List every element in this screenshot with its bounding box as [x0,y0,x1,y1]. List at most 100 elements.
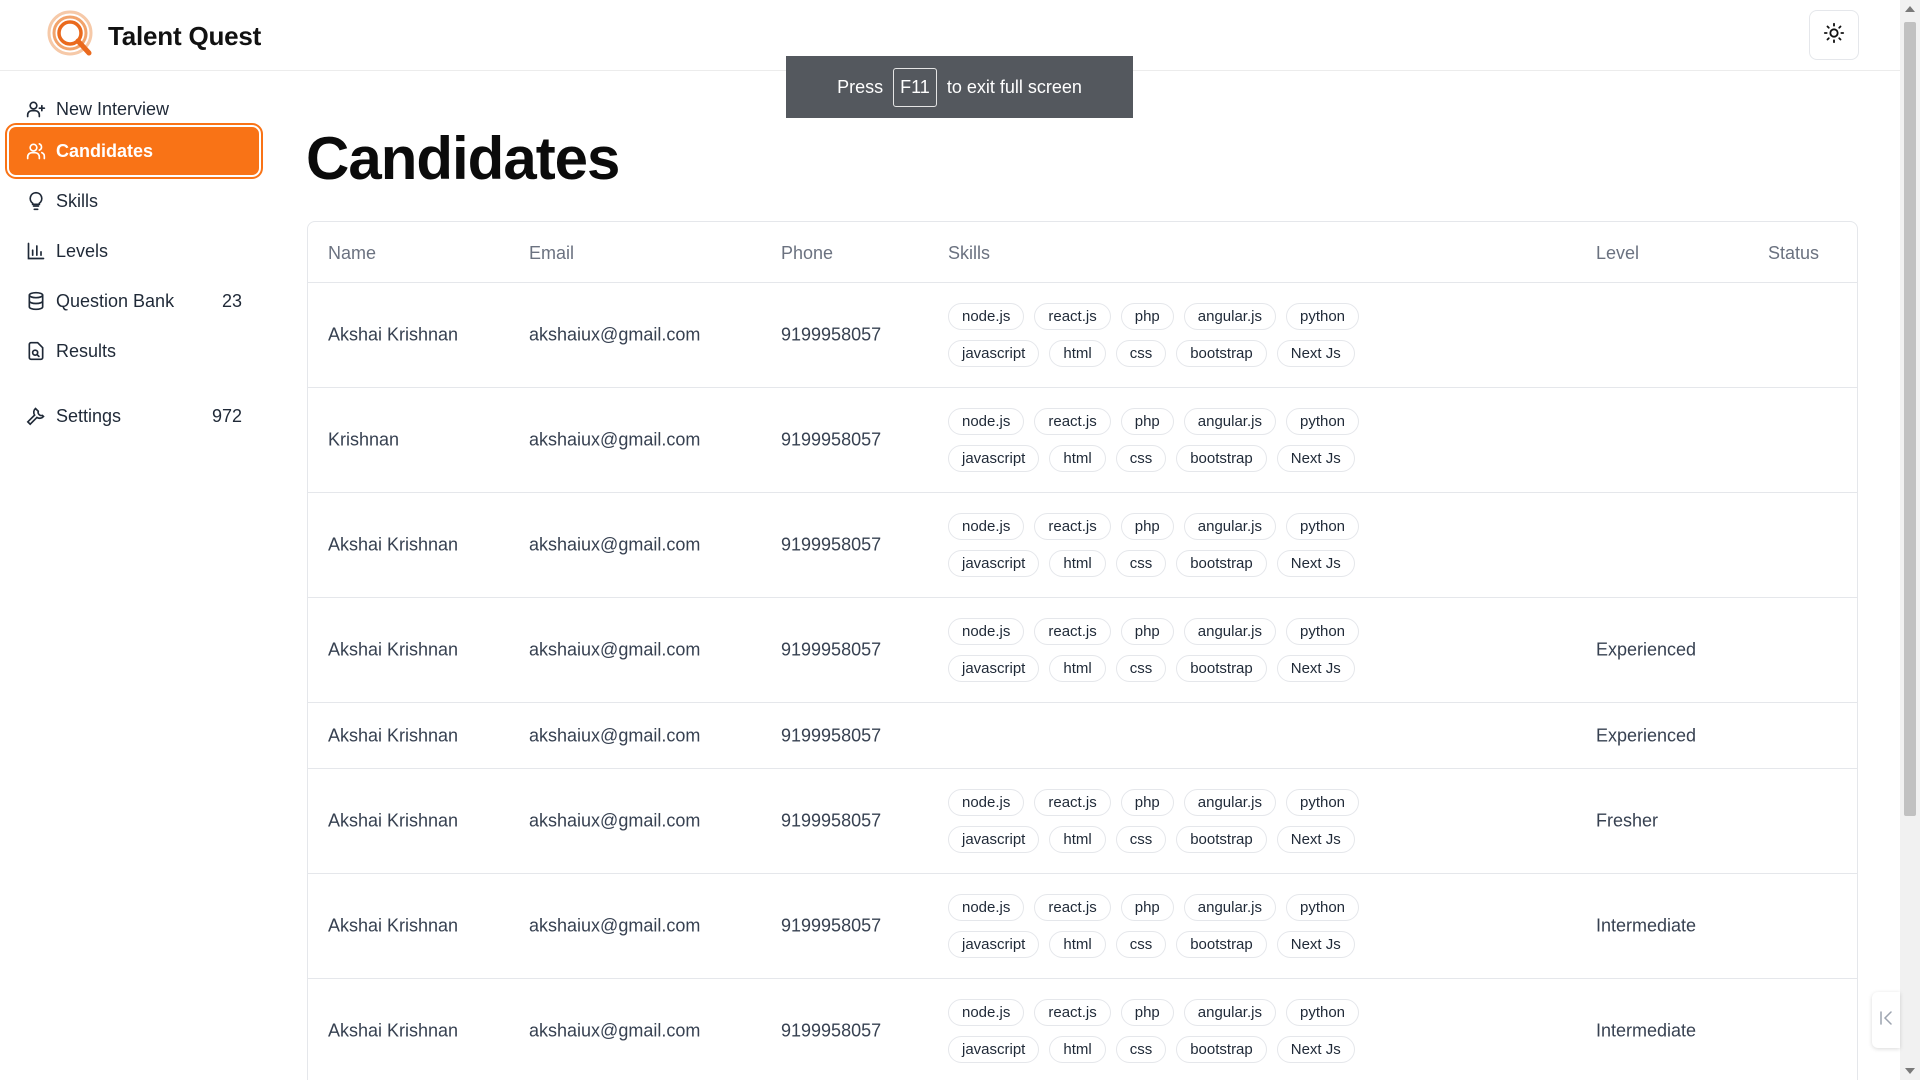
skill-chip: javascript [948,1036,1040,1063]
theme-toggle-button[interactable] [1809,10,1859,60]
scroll-up-arrow-icon[interactable] [1905,6,1915,12]
skill-chip: angular.js [1183,408,1276,435]
sidebar-item-levels[interactable]: Levels [9,227,259,275]
skill-chip: Next Js [1276,340,1355,367]
skill-chip: python [1285,303,1360,330]
scroll-down-arrow-icon[interactable] [1905,1068,1915,1074]
candidate-phone: 9199958057 [781,1020,882,1041]
skill-chip: Next Js [1276,445,1355,472]
lightbulb-icon [26,191,46,211]
candidate-phone: 9199958057 [781,429,882,450]
skills-chip-list: node.js react.js php angular.js python javasc… [948,408,1388,472]
skill-chip: react.js [1034,303,1111,330]
skill-chip: php [1120,789,1174,816]
skill-chip: bootstrap [1176,826,1267,853]
sidebar-item-candidates[interactable]: Candidates [9,127,259,175]
skill-chip: node.js [948,789,1025,816]
skill-chip: javascript [948,655,1040,682]
skill-chip: css [1115,1036,1167,1063]
sidebar-item-label: Skills [56,190,99,211]
candidate-level: Fresher [1596,810,1659,831]
skill-chip: php [1120,618,1174,645]
file-results-icon [26,341,46,361]
skill-chip: css [1115,655,1167,682]
skill-chip: bootstrap [1176,655,1267,682]
candidate-name: Akshai Krishnan [328,725,459,745]
skill-chip: react.js [1034,894,1111,921]
floating-side-widget[interactable] [1872,992,1900,1048]
skill-chip: angular.js [1183,999,1276,1026]
candidate-name: Akshai Krishnan [328,534,459,555]
candidate-level: Experienced [1596,725,1697,745]
table-row[interactable]: Akshai Krishnan akshaiux@gmail.com 9199958… [308,598,1857,703]
column-header-status[interactable]: Status [1768,243,1819,264]
column-header-name[interactable]: Name [328,243,376,264]
talent-quest-logo-icon [46,9,96,61]
candidate-level: Experienced [1596,639,1697,660]
skill-chip: php [1120,408,1174,435]
candidate-name: Akshai Krishnan [328,810,459,831]
skill-chip: python [1285,513,1360,540]
skill-chip: python [1285,894,1360,921]
sidebar-item-label: Settings [56,405,122,426]
database-icon [26,291,46,311]
page-title: Candidates [306,125,620,192]
skill-chip: html [1049,445,1106,472]
skill-chip: angular.js [1183,303,1276,330]
table-row[interactable]: Akshai Krishnan akshaiux@gmail.com 9199958… [308,703,1857,769]
candidate-name: Akshai Krishnan [328,324,459,345]
skill-chip: bootstrap [1176,1036,1267,1063]
table-row[interactable]: Akshai Krishnan akshaiux@gmail.com 9199958… [308,493,1857,598]
skill-chip: bootstrap [1176,931,1267,958]
column-header-level[interactable]: Level [1596,243,1639,264]
sidebar-item-question-bank[interactable]: Question Bank 23 [9,277,259,325]
skill-chip: php [1120,303,1174,330]
vertical-scrollbar[interactable] [1900,0,1920,1080]
skill-chip: php [1120,894,1174,921]
skill-chip: node.js [948,894,1025,921]
toast-prefix: Press [837,76,884,97]
skill-chip: Next Js [1276,655,1355,682]
column-header-email[interactable]: Email [529,243,574,264]
skill-chip: html [1049,931,1106,958]
skill-chip: javascript [948,340,1040,367]
candidate-name: Akshai Krishnan [328,1020,459,1041]
candidate-email: akshaiux@gmail.com [529,915,701,936]
skill-chip: python [1285,408,1360,435]
candidate-phone: 9199958057 [781,324,882,345]
column-header-phone[interactable]: Phone [781,243,833,264]
skill-chip: php [1120,999,1174,1026]
table-row[interactable]: Akshai Krishnan akshaiux@gmail.com 9199958… [308,979,1857,1080]
column-header-skills[interactable]: Skills [948,243,990,264]
sidebar-item-label: Results [56,340,117,361]
sidebar-item-skills[interactable]: Skills [9,177,259,225]
sidebar-item-label: Levels [56,240,109,261]
table-row[interactable]: Krishnan akshaiux@gmail.com 9199958057 node… [308,388,1857,493]
app-title: Talent Quest [108,21,262,51]
sidebar-item-results[interactable]: Results [9,327,259,375]
skills-chip-list: node.js react.js php angular.js python javasc… [948,303,1388,367]
table-row[interactable]: Akshai Krishnan akshaiux@gmail.com 9199958… [308,874,1857,979]
skill-chip: bootstrap [1176,550,1267,577]
skill-chip: Next Js [1276,550,1355,577]
sidebar-item-new-interview[interactable]: New Interview [9,85,259,133]
skill-chip: angular.js [1183,618,1276,645]
skill-chip: node.js [948,303,1025,330]
sidebar-item-settings[interactable]: Settings 972 [9,392,259,440]
skill-chip: react.js [1034,513,1111,540]
table-row[interactable]: Akshai Krishnan akshaiux@gmail.com 9199958… [308,769,1857,874]
candidate-email: akshaiux@gmail.com [529,639,701,660]
skill-chip: Next Js [1276,931,1355,958]
resize-handle-icon [1878,1008,1894,1033]
skill-chip: html [1049,655,1106,682]
scrollbar-thumb[interactable] [1904,22,1916,816]
users-icon [26,141,46,161]
candidate-phone: 9199958057 [781,639,882,660]
candidate-email: akshaiux@gmail.com [529,534,701,555]
skill-chip: php [1120,513,1174,540]
skill-chip: bootstrap [1176,445,1267,472]
table-row[interactable]: Akshai Krishnan akshaiux@gmail.com 9199958… [308,283,1857,388]
candidate-phone: 9199958057 [781,915,882,936]
candidate-phone: 9199958057 [781,534,882,555]
sidebar-item-label: Candidates [56,140,154,161]
